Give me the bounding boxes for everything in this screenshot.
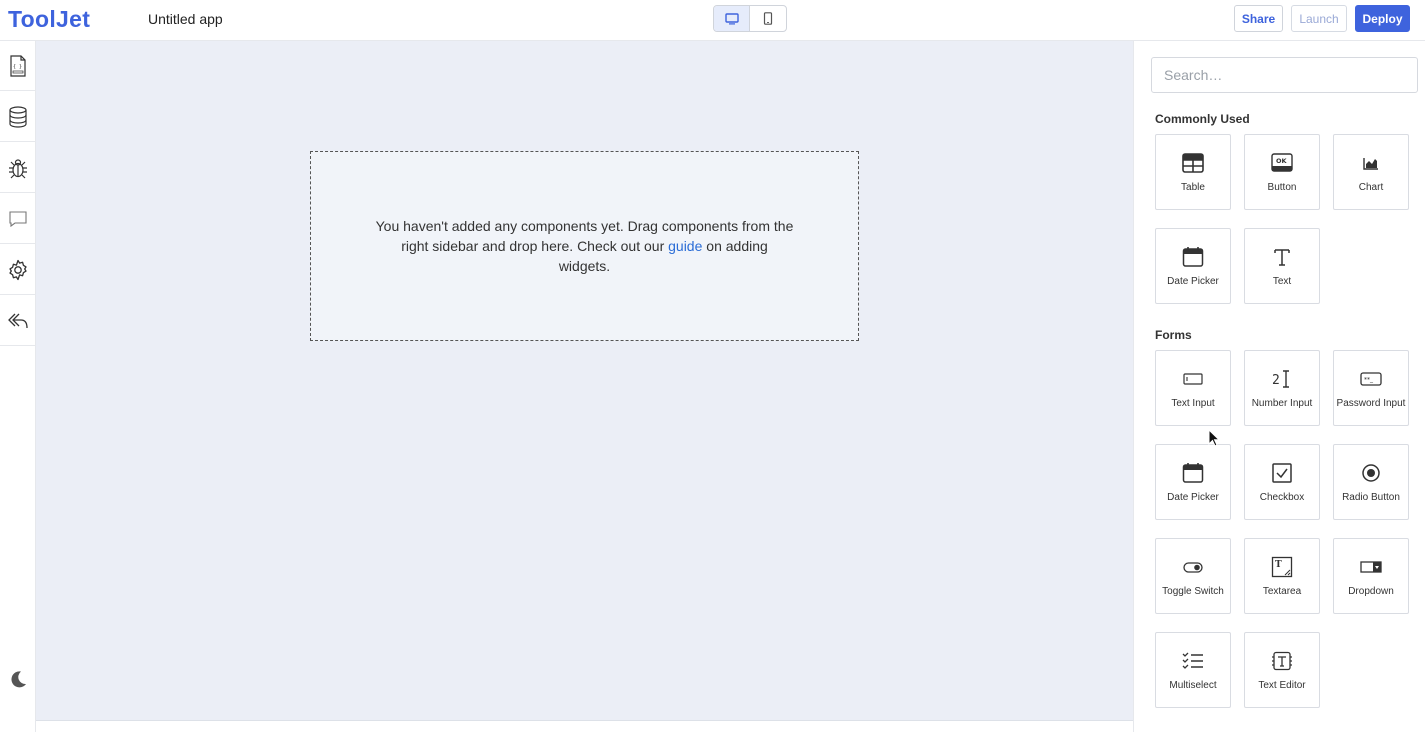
components-sidebar: Commonly Used Table OK Button Chart Date… <box>1133 41 1425 732</box>
textarea-icon: T <box>1271 556 1293 577</box>
empty-dropzone[interactable]: You haven't added any components yet. Dr… <box>310 151 859 341</box>
chart-icon <box>1363 157 1378 170</box>
calendar-icon <box>1182 462 1204 483</box>
text-editor-icon <box>1272 651 1292 670</box>
component-label: Text Input <box>1171 397 1215 409</box>
component-chart[interactable]: Chart <box>1333 134 1409 210</box>
page-icon: { } <box>9 54 26 77</box>
component-label: Date Picker <box>1167 275 1219 287</box>
component-label: Radio Button <box>1342 491 1400 503</box>
component-text-editor[interactable]: Text Editor <box>1244 632 1320 708</box>
tooljet-logo[interactable]: ToolJet <box>8 6 90 33</box>
text-icon <box>1274 248 1290 266</box>
app-name[interactable]: Untitled app <box>148 11 223 27</box>
number-input-icon: 2 <box>1272 369 1289 388</box>
svg-text:T: T <box>1275 560 1282 570</box>
component-label: Dropdown <box>1348 585 1394 597</box>
component-label: Toggle Switch <box>1162 585 1224 597</box>
svg-text:{ }: { } <box>13 64 22 70</box>
component-label: Table <box>1181 181 1205 193</box>
debugger-button[interactable] <box>0 143 35 193</box>
theme-toggle-button[interactable] <box>0 664 35 694</box>
settings-button[interactable] <box>0 245 35 295</box>
component-checkbox[interactable]: Checkbox <box>1244 444 1320 520</box>
database-icon <box>8 105 27 128</box>
table-icon <box>1182 152 1204 173</box>
mouse-cursor-icon <box>1208 429 1220 447</box>
component-table[interactable]: Table <box>1155 134 1231 210</box>
component-text[interactable]: Text <box>1244 228 1320 304</box>
undo-icon <box>7 313 28 328</box>
component-textarea[interactable]: T Textarea <box>1244 538 1320 614</box>
forms-title: Forms <box>1155 328 1192 342</box>
dropdown-icon <box>1360 560 1382 573</box>
component-label: Button <box>1267 181 1297 193</box>
calendar-icon <box>1182 246 1204 267</box>
canvas-bottom-bar <box>36 720 1133 732</box>
left-sidebar: { } <box>0 41 36 732</box>
component-date-picker[interactable]: Date Picker <box>1155 228 1231 304</box>
pages-button[interactable]: { } <box>0 41 35 91</box>
svg-text:**_: **_ <box>1364 376 1374 383</box>
bug-icon <box>8 158 27 178</box>
radio-icon <box>1362 463 1380 482</box>
comment-icon <box>8 210 27 227</box>
component-multiselect[interactable]: Multiselect <box>1155 632 1231 708</box>
back-button[interactable] <box>0 296 35 346</box>
component-date-picker-form[interactable]: Date Picker <box>1155 444 1231 520</box>
toggle-icon <box>1183 561 1203 573</box>
desktop-icon <box>724 12 739 24</box>
svg-text:2: 2 <box>1272 373 1280 388</box>
settings-icon <box>8 259 27 280</box>
commonly-used-title: Commonly Used <box>1155 112 1250 126</box>
component-label: Text <box>1272 275 1292 287</box>
component-label: Text Editor <box>1258 679 1306 691</box>
moon-icon <box>10 671 26 688</box>
component-radio-button[interactable]: Radio Button <box>1333 444 1409 520</box>
desktop-view-button[interactable] <box>714 6 751 31</box>
component-label: Checkbox <box>1259 491 1305 503</box>
mobile-icon <box>763 12 773 25</box>
component-button[interactable]: OK Button <box>1244 134 1320 210</box>
top-header: ToolJet Untitled app Share Launch Deploy <box>0 0 1425 41</box>
component-dropdown[interactable]: Dropdown <box>1333 538 1409 614</box>
multiselect-icon <box>1182 652 1203 669</box>
password-input-icon: **_ <box>1360 371 1382 386</box>
app-canvas[interactable]: You haven't added any components yet. Dr… <box>36 41 1133 720</box>
component-label: Multiselect <box>1169 679 1217 691</box>
database-button[interactable] <box>0 92 35 142</box>
guide-link[interactable]: guide <box>668 238 702 254</box>
component-text-input[interactable]: Text Input <box>1155 350 1231 426</box>
component-label: Date Picker <box>1167 491 1219 503</box>
deploy-button[interactable]: Deploy <box>1355 5 1410 32</box>
component-label: Password Input <box>1336 397 1406 409</box>
launch-button[interactable]: Launch <box>1291 5 1347 32</box>
device-toggle <box>713 5 787 32</box>
checkbox-icon <box>1272 462 1292 483</box>
empty-canvas-message: You haven't added any components yet. Dr… <box>375 216 795 276</box>
component-search-input[interactable] <box>1151 57 1418 93</box>
component-label: Number Input <box>1251 397 1313 409</box>
button-icon: OK <box>1271 152 1293 172</box>
component-number-input[interactable]: 2 Number Input <box>1244 350 1320 426</box>
component-label: Chart <box>1358 181 1384 193</box>
text-input-icon <box>1183 372 1203 385</box>
svg-text:OK: OK <box>1276 157 1288 165</box>
component-password-input[interactable]: **_ Password Input <box>1333 350 1409 426</box>
component-toggle-switch[interactable]: Toggle Switch <box>1155 538 1231 614</box>
comments-button[interactable] <box>0 194 35 244</box>
component-label: Textarea <box>1262 585 1302 597</box>
share-button[interactable]: Share <box>1234 5 1283 32</box>
mobile-view-button[interactable] <box>750 6 786 31</box>
